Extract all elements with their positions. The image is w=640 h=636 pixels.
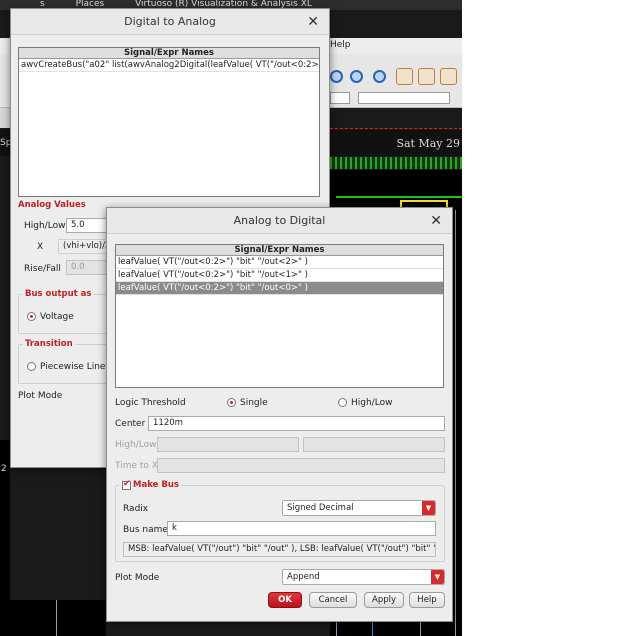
- transition-label: Transition: [23, 339, 75, 349]
- radix-label: Radix: [123, 504, 149, 514]
- zoom-out-icon[interactable]: [373, 70, 386, 83]
- voltage-label: Voltage: [40, 312, 74, 322]
- chevron-down-icon: ▼: [431, 570, 444, 584]
- red-divider: [330, 128, 462, 129]
- center-input[interactable]: 1120m: [148, 416, 445, 431]
- zoom-fit-icon[interactable]: [350, 70, 363, 83]
- axis-value: 2: [1, 464, 7, 474]
- d2a-signal-list[interactable]: Signal/Expr Names awvCreateBus("a02" lis…: [18, 47, 320, 197]
- radix-value: Signed Decimal: [287, 503, 354, 513]
- high-low-label: High/Low: [24, 221, 66, 231]
- date-label: Sat May 29: [330, 130, 462, 156]
- cancel-button[interactable]: Cancel: [309, 592, 357, 608]
- plot-mode-select[interactable]: Append ▼: [282, 569, 445, 585]
- logic-threshold-label: Logic Threshold: [115, 398, 186, 408]
- a2d-list-header: Signal/Expr Names: [116, 245, 443, 256]
- a2d-signal-list[interactable]: Signal/Expr Names leafValue( VT("/out<0:…: [115, 244, 444, 388]
- toolbar-combo-left[interactable]: [330, 92, 350, 104]
- low-input[interactable]: [303, 437, 445, 452]
- left-edge-panel: [0, 108, 10, 128]
- d2a-title: Digital to Analog: [124, 15, 216, 28]
- single-radio[interactable]: [227, 398, 236, 407]
- toolbar-combo-right[interactable]: [358, 92, 450, 104]
- help-button[interactable]: Help: [409, 592, 445, 608]
- piecewise-label: Piecewise Linear: [40, 362, 115, 372]
- list-item-selected[interactable]: leafValue( VT("/out<0:2>") "bit" "/out<0…: [116, 282, 443, 295]
- center-label: Center: [115, 419, 146, 429]
- high-low-radio[interactable]: [338, 398, 347, 407]
- a2d-title-bar: Analog to Digital ✕: [107, 208, 452, 234]
- grid-line: [56, 600, 57, 636]
- zoom-in-icon[interactable]: [330, 70, 343, 83]
- close-icon[interactable]: ✕: [307, 9, 319, 35]
- analog-values-label: Analog Values: [18, 200, 86, 210]
- list-item[interactable]: leafValue( VT("/out<0:2>") "bit" "/out<2…: [116, 256, 443, 269]
- pan-icon[interactable]: [440, 68, 457, 85]
- high-input[interactable]: [157, 437, 299, 452]
- bottom-plot-strip: [0, 600, 106, 636]
- high-low-label: High/Low: [115, 440, 157, 450]
- ok-button[interactable]: OK: [268, 592, 302, 608]
- plot-mode-value: Append: [287, 572, 320, 582]
- analog-to-digital-dialog: Analog to Digital ✕ Signal/Expr Names le…: [106, 207, 453, 622]
- bus-output-label: Bus output as: [23, 289, 94, 299]
- bus-name-input[interactable]: k: [167, 521, 436, 536]
- zoom-area-icon[interactable]: [418, 68, 435, 85]
- apply-button[interactable]: Apply: [364, 592, 404, 608]
- menu-help[interactable]: Help: [330, 40, 351, 50]
- time-to-x-input[interactable]: [157, 458, 445, 473]
- list-item[interactable]: leafValue( VT("/out<0:2>") "bit" "/out<1…: [116, 269, 443, 282]
- single-label: Single: [240, 398, 268, 408]
- a2d-plot-mode-label: Plot Mode: [115, 573, 160, 583]
- high-low-option-label: High/Low: [351, 398, 393, 408]
- grid-line: [455, 210, 456, 636]
- make-bus-checkbox[interactable]: [122, 479, 131, 490]
- voltage-radio[interactable]: [27, 312, 36, 321]
- digital-waveform-strip: [330, 157, 462, 169]
- d2a-plot-mode-label: Plot Mode: [18, 391, 63, 401]
- a2d-title: Analog to Digital: [233, 214, 326, 227]
- chevron-down-icon: ▼: [422, 501, 435, 515]
- zoom-box-icon[interactable]: [396, 68, 413, 85]
- bus-name-label: Bus name: [123, 525, 168, 535]
- d2a-list-header: Signal/Expr Names: [19, 48, 319, 59]
- d2a-title-bar: Digital to Analog ✕: [11, 9, 329, 35]
- list-item[interactable]: awvCreateBus("a02" list(awvAnalog2Digita…: [19, 59, 319, 72]
- time-to-x-label: Time to X: [115, 461, 158, 471]
- radix-select[interactable]: Signed Decimal ▼: [282, 500, 436, 516]
- green-trace: [336, 196, 462, 198]
- rise-fall-label: Rise/Fall: [24, 264, 61, 274]
- x-label: X: [37, 242, 44, 252]
- msb-lsb-readout: MSB: leafValue( VT("/out") "bit" "/out" …: [123, 542, 436, 557]
- piecewise-radio[interactable]: [27, 362, 36, 371]
- close-icon[interactable]: ✕: [430, 208, 442, 234]
